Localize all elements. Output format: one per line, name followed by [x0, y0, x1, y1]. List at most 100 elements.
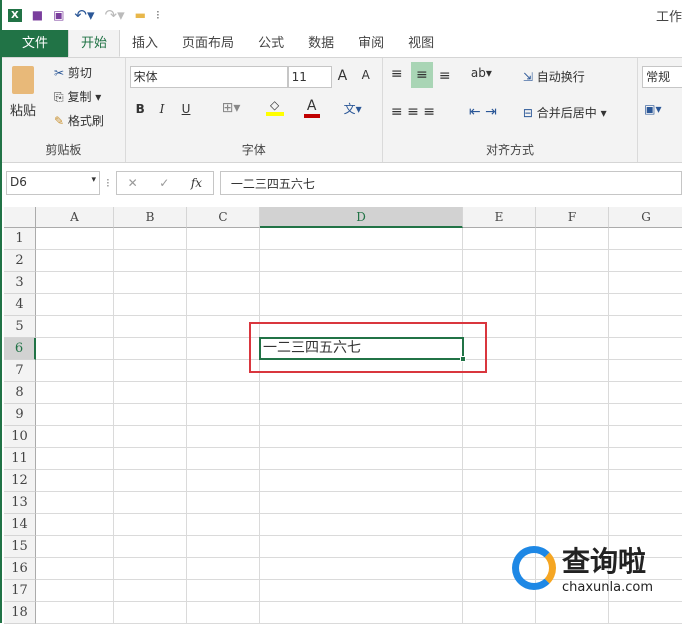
- watermark-url: chaxunla.com: [562, 580, 653, 595]
- align-middle-icon[interactable]: ≡: [410, 62, 433, 88]
- tab-home[interactable]: 开始: [68, 29, 121, 57]
- grow-font-icon[interactable]: A: [338, 68, 348, 84]
- font-size-select[interactable]: 11: [287, 66, 332, 88]
- row-header[interactable]: 7: [4, 360, 36, 382]
- phonetic-icon[interactable]: 文▾: [344, 100, 362, 117]
- font-name-select[interactable]: 宋体: [129, 66, 288, 88]
- wrap-icon: ⇲: [522, 70, 533, 84]
- undo-icon[interactable]: ↶▾: [74, 6, 94, 24]
- column-header[interactable]: G: [609, 207, 682, 228]
- underline-button[interactable]: U: [182, 102, 191, 116]
- row-header[interactable]: 1: [4, 228, 36, 250]
- tab-view[interactable]: 视图: [396, 30, 446, 57]
- wrap-text-button[interactable]: ⇲ 自动换行: [523, 68, 585, 85]
- gridline: [36, 513, 682, 514]
- alignment-label: 对齐方式: [486, 143, 535, 157]
- watermark-name: 查询啦: [562, 545, 647, 578]
- formula-input[interactable]: 一二三四五六七: [219, 171, 682, 195]
- paste-button[interactable]: 粘贴: [10, 100, 36, 119]
- formula-bar: D6 ▾ ⁝ ✕ ✓ fx 一二三四五六七: [2, 163, 682, 203]
- indent-icon[interactable]: ⇤ ⇥: [469, 104, 497, 120]
- cancel-icon[interactable]: ✕: [128, 176, 138, 190]
- select-all-button[interactable]: [4, 207, 36, 228]
- enter-icon[interactable]: ✓: [159, 176, 169, 190]
- open-folder-icon[interactable]: ▬: [135, 8, 146, 22]
- column-header[interactable]: F: [536, 207, 609, 228]
- clipboard-group: 粘贴 ✂ 剪切 ⎘ 复制 ▾ ✎ 格式刷 剪贴板: [2, 58, 126, 162]
- merge-label: 合并后居中: [536, 106, 597, 120]
- row-header[interactable]: 15: [4, 536, 36, 558]
- gridline: [36, 425, 682, 426]
- row-header[interactable]: 18: [4, 602, 36, 624]
- gridline: [36, 249, 682, 250]
- column-header[interactable]: E: [463, 207, 536, 228]
- redo-icon[interactable]: ↷▾: [105, 6, 125, 24]
- align-left-icon[interactable]: ≡ ≡ ≡: [391, 104, 435, 120]
- align-bottom-icon[interactable]: ≡: [439, 68, 451, 84]
- format-painter-button[interactable]: ✎ 格式刷: [54, 112, 104, 129]
- column-header[interactable]: A: [36, 207, 114, 228]
- row-header[interactable]: 4: [4, 294, 36, 316]
- ribbon-tabs: 文件 开始 插入 页面布局 公式 数据 审阅 视图: [2, 29, 682, 58]
- row-header[interactable]: 8: [4, 382, 36, 404]
- number-format-select[interactable]: 常规: [642, 66, 682, 88]
- gridline: [36, 535, 682, 536]
- tab-page-layout[interactable]: 页面布局: [170, 30, 246, 57]
- gridline: [36, 381, 682, 382]
- copy-icon: ⎘: [54, 90, 64, 104]
- font-group: 宋体 11 A A B I U ⊞▾ ◇ A 文▾ 字体: [126, 58, 383, 162]
- highlight-box: [249, 322, 487, 373]
- row-header[interactable]: 13: [4, 492, 36, 514]
- bold-button[interactable]: B: [136, 102, 145, 116]
- copy-label: 复制: [67, 90, 92, 104]
- column-header[interactable]: B: [114, 207, 187, 228]
- tab-formulas[interactable]: 公式: [246, 30, 296, 57]
- save-icon[interactable]: ■: [32, 8, 43, 22]
- save-as-icon[interactable]: ▣: [53, 8, 64, 22]
- name-box-value: D6: [10, 175, 27, 189]
- merge-center-button[interactable]: ⊟ 合并后居中 ▾: [523, 104, 607, 121]
- row-header[interactable]: 6: [4, 338, 36, 360]
- row-header[interactable]: 9: [4, 404, 36, 426]
- row-header[interactable]: 2: [4, 250, 36, 272]
- fill-color-icon[interactable]: ◇: [265, 98, 284, 116]
- insert-function-icon[interactable]: fx: [191, 176, 202, 190]
- column-header[interactable]: D: [260, 207, 463, 228]
- gridline: [36, 491, 682, 492]
- tab-insert[interactable]: 插入: [120, 30, 170, 57]
- paste-icon[interactable]: [12, 66, 34, 94]
- format-painter-label: 格式刷: [67, 114, 104, 128]
- divider-icon: ⁝: [106, 176, 110, 190]
- customize-icon[interactable]: ⁝: [156, 8, 160, 22]
- row-header[interactable]: 16: [4, 558, 36, 580]
- excel-logo-icon: X: [8, 8, 22, 22]
- row-header[interactable]: 12: [4, 470, 36, 492]
- watermark: 查询啦 chaxunla.com: [512, 540, 653, 595]
- italic-button[interactable]: I: [160, 102, 165, 116]
- border-icon[interactable]: ⊞▾: [222, 100, 241, 116]
- tab-file[interactable]: 文件: [2, 30, 69, 57]
- copy-button[interactable]: ⎘ 复制 ▾: [54, 88, 101, 105]
- row-header[interactable]: 14: [4, 514, 36, 536]
- row-header[interactable]: 5: [4, 316, 36, 338]
- row-header[interactable]: 3: [4, 272, 36, 294]
- currency-icon[interactable]: ▣▾: [644, 102, 661, 116]
- column-header[interactable]: C: [187, 207, 260, 228]
- font-color-icon[interactable]: A: [303, 98, 320, 118]
- name-box[interactable]: D6 ▾: [6, 171, 100, 195]
- row-header[interactable]: 11: [4, 448, 36, 470]
- scissors-icon: ✂: [54, 66, 65, 80]
- clipboard-label: 剪贴板: [45, 143, 82, 157]
- cut-button[interactable]: ✂ 剪切: [54, 64, 92, 81]
- brush-icon: ✎: [54, 114, 65, 128]
- gridline: [36, 315, 682, 316]
- tab-review[interactable]: 审阅: [346, 30, 396, 57]
- row-header[interactable]: 17: [4, 580, 36, 602]
- font-label: 字体: [241, 143, 266, 157]
- tab-data[interactable]: 数据: [296, 30, 346, 57]
- row-header[interactable]: 10: [4, 426, 36, 448]
- align-top-icon[interactable]: ≡: [391, 66, 403, 82]
- shrink-font-icon[interactable]: A: [362, 68, 370, 82]
- orientation-icon[interactable]: ab▾: [471, 66, 492, 80]
- merge-icon: ⊟: [522, 106, 533, 120]
